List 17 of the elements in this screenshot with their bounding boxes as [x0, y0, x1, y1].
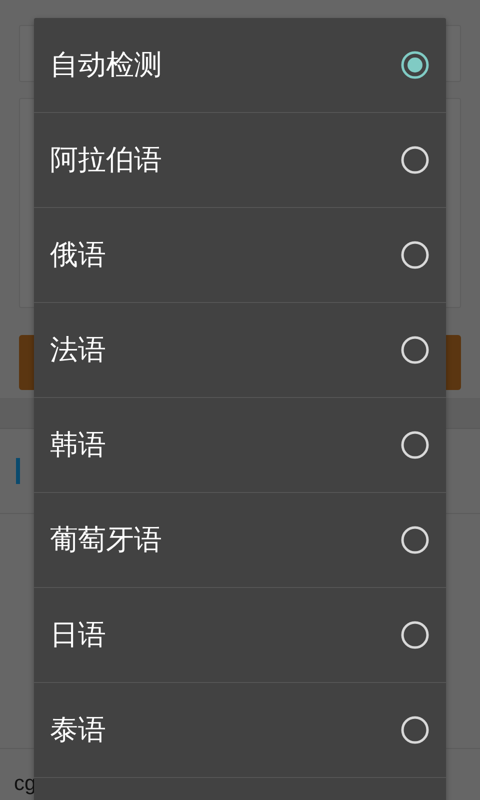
language-option[interactable]: 韩语	[34, 398, 446, 493]
accent-bar	[16, 458, 20, 484]
radio-icon[interactable]	[400, 620, 430, 650]
radio-icon[interactable]	[400, 145, 430, 175]
language-option[interactable]: 泰语	[34, 683, 446, 778]
radio-selected-icon[interactable]	[400, 50, 430, 80]
language-option[interactable]: 法语	[34, 303, 446, 398]
language-option[interactable]: 阿拉伯语	[34, 113, 446, 208]
language-option[interactable]: 俄语	[34, 208, 446, 303]
language-option[interactable]: 葡萄牙语	[34, 493, 446, 588]
radio-icon[interactable]	[400, 335, 430, 365]
radio-icon[interactable]	[400, 525, 430, 555]
radio-icon[interactable]	[400, 240, 430, 270]
language-option[interactable]: 日语	[34, 588, 446, 683]
radio-icon[interactable]	[400, 715, 430, 745]
language-option[interactable]: 自动检测	[34, 18, 446, 113]
radio-icon[interactable]	[400, 430, 430, 460]
